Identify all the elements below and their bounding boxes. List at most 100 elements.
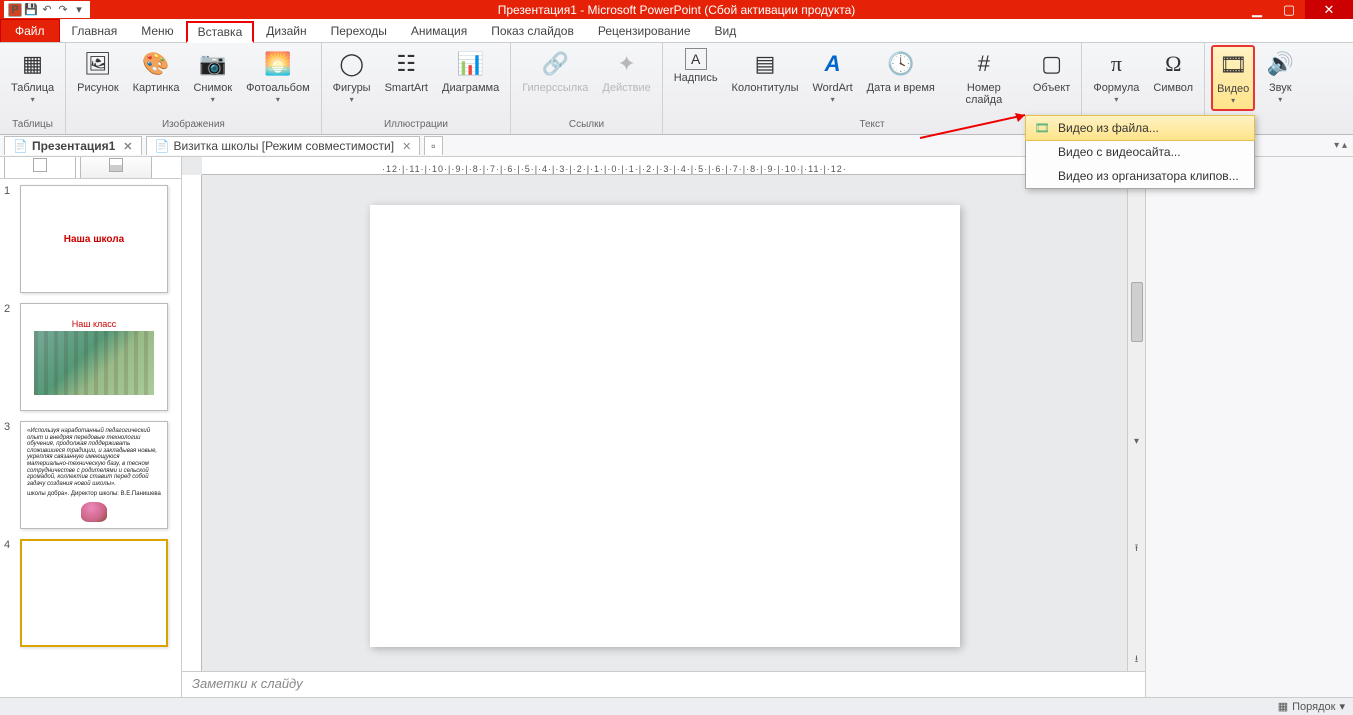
slide-canvas[interactable] (202, 175, 1127, 671)
thumb-3[interactable]: 3 «Используя наработанный педагогический… (4, 421, 177, 529)
video-icon: 🎞 (1217, 49, 1249, 81)
object-button[interactable]: ▢Объект (1028, 45, 1075, 97)
picture-button[interactable]: 🖼Рисунок (72, 45, 124, 97)
video-from-organizer-item[interactable]: Видео из организатора клипов... (1026, 164, 1254, 188)
clipart-button[interactable]: 🎨Картинка (128, 45, 185, 97)
tab-slideshow[interactable]: Показ слайдов (479, 20, 586, 42)
doctab-presentation1[interactable]: 📄Презентация1✕ (4, 136, 142, 155)
hyperlink-button: 🔗Гиперссылка (517, 45, 593, 97)
slidenumber-button[interactable]: #Номер слайда (944, 45, 1024, 109)
photoalbum-button[interactable]: 🌅Фотоальбом (241, 45, 315, 109)
smartart-icon: ☷ (390, 48, 422, 80)
tab-insert[interactable]: Вставка (186, 21, 255, 43)
minimize-button[interactable]: ▁ (1241, 0, 1273, 19)
pane-tabs (0, 157, 181, 179)
task-pane (1145, 157, 1353, 697)
vertical-scrollbar[interactable]: ▴ ▾ ⭱ ⭳ (1127, 175, 1145, 671)
chart-icon: 📊 (455, 48, 487, 80)
editor-area: ·12·|·11·|·10·|·9·|·8·|·7·|·6·|·5·|·4·|·… (182, 157, 1145, 697)
slides-tab[interactable] (4, 157, 76, 178)
ppt-icon: 📄 (13, 139, 28, 153)
close-icon[interactable]: ✕ (119, 140, 132, 153)
photo-placeholder (34, 331, 154, 395)
tab-home[interactable]: Главная (60, 20, 130, 42)
chevron-down-icon: ▾ (1339, 700, 1345, 713)
thumb-4[interactable]: 4 (4, 539, 177, 647)
textbox-button[interactable]: AНадпись (669, 45, 723, 87)
group-links: 🔗Гиперссылка ✦Действие Ссылки (511, 43, 663, 134)
outline-tab[interactable] (80, 157, 152, 178)
slide-thumbnails-pane[interactable]: 1 Наша школа 2 Наш класс 3 «Используя на… (0, 157, 182, 697)
main-area: 1 Наша школа 2 Наш класс 3 «Используя на… (0, 157, 1353, 697)
symbol-button[interactable]: ΩСимвол (1148, 45, 1198, 97)
arrange-button[interactable]: ▦Порядок▾ (1278, 700, 1345, 713)
close-button[interactable]: ✕ (1305, 0, 1353, 19)
title-bar: P 💾 ↶ ↷ ▾ Презентация1 - Microsoft Power… (0, 0, 1353, 19)
quick-access-toolbar: P 💾 ↶ ↷ ▾ (4, 1, 90, 18)
qat-more-icon[interactable]: ▾ (72, 3, 86, 17)
close-icon[interactable]: ✕ (398, 140, 411, 153)
tab-menu[interactable]: Меню (129, 20, 185, 42)
video-from-website-item[interactable]: Видео с видеосайта... (1026, 140, 1254, 164)
headerfooter-button[interactable]: ▤Колонтитулы (727, 45, 804, 97)
video-button[interactable]: 🎞Видео (1211, 45, 1255, 111)
tab-file[interactable]: Файл (0, 19, 60, 42)
headerfooter-icon: ▤ (749, 48, 781, 80)
tab-view[interactable]: Вид (703, 20, 749, 42)
wordart-icon: A (817, 48, 849, 80)
group-label: Таблицы (12, 118, 53, 134)
slidenumber-icon: # (968, 48, 1000, 80)
equation-icon: π (1100, 48, 1132, 80)
group-label: Ссылки (569, 118, 604, 134)
tab-transitions[interactable]: Переходы (319, 20, 399, 42)
video-dropdown: 🎞Видео из файла... Видео с видеосайта...… (1025, 115, 1255, 189)
symbol-icon: Ω (1157, 48, 1189, 80)
thumb-1[interactable]: 1 Наша школа (4, 185, 177, 293)
doctab-new[interactable]: ▫ (424, 136, 442, 155)
horizontal-ruler: ·12·|·11·|·10·|·9·|·8·|·7·|·6·|·5·|·4·|·… (202, 157, 1145, 175)
collapse-arrow-icon[interactable]: ▾ ▴ (1334, 140, 1347, 151)
shapes-icon: ◯ (336, 48, 368, 80)
redo-icon[interactable]: ↷ (56, 3, 70, 17)
annotation-arrow (920, 110, 1040, 143)
picture-icon: 🖼 (82, 48, 114, 80)
group-label (1255, 118, 1258, 134)
screenshot-button[interactable]: 📷Снимок (188, 45, 237, 109)
wordart-button[interactable]: AWordArt (808, 45, 858, 109)
audio-icon: 🔊 (1264, 48, 1296, 80)
save-icon[interactable]: 💾 (24, 3, 38, 17)
slide[interactable] (370, 205, 960, 647)
group-images: 🖼Рисунок 🎨Картинка 📷Снимок 🌅Фотоальбом И… (66, 43, 322, 134)
video-from-file-item[interactable]: 🎞Видео из файла... (1025, 115, 1255, 141)
equation-button[interactable]: πФормула (1088, 45, 1144, 109)
audio-button[interactable]: 🔊Звук (1259, 45, 1301, 109)
tab-review[interactable]: Рецензирование (586, 20, 703, 42)
smartart-button[interactable]: ☷SmartArt (380, 45, 433, 97)
group-label: Иллюстрации (384, 118, 448, 134)
scroll-thumb[interactable] (1131, 282, 1143, 342)
window-title: Презентация1 - Microsoft PowerPoint (Сбо… (498, 3, 856, 17)
tab-animation[interactable]: Анимация (399, 20, 479, 42)
datetime-button[interactable]: 🕓Дата и время (862, 45, 940, 97)
thumb-2[interactable]: 2 Наш класс (4, 303, 177, 411)
prev-slide-icon[interactable]: ⭱ (1135, 541, 1139, 558)
photoalbum-icon: 🌅 (262, 48, 294, 80)
notes-pane[interactable]: Заметки к слайду (182, 671, 1145, 697)
doctab-vizitka[interactable]: 📄Визитка школы [Режим совместимости]✕ (146, 136, 421, 155)
action-button: ✦Действие (597, 45, 655, 97)
grid-icon: ▦ (1278, 700, 1288, 713)
scroll-down-icon[interactable]: ▾ (1134, 436, 1139, 447)
object-icon: ▢ (1036, 48, 1068, 80)
app-icon: P (8, 3, 22, 17)
chart-button[interactable]: 📊Диаграмма (437, 45, 504, 97)
next-slide-icon[interactable]: ⭳ (1135, 652, 1139, 669)
shapes-button[interactable]: ◯Фигуры (328, 45, 376, 109)
portrait-placeholder (81, 502, 107, 522)
group-label: Изображения (162, 118, 225, 134)
maximize-button[interactable]: ▢ (1273, 0, 1305, 19)
undo-icon[interactable]: ↶ (40, 3, 54, 17)
textbox-icon: A (685, 48, 707, 70)
tab-design[interactable]: Дизайн (254, 20, 318, 42)
table-button[interactable]: ▦Таблица (6, 45, 59, 109)
screenshot-icon: 📷 (197, 48, 229, 80)
